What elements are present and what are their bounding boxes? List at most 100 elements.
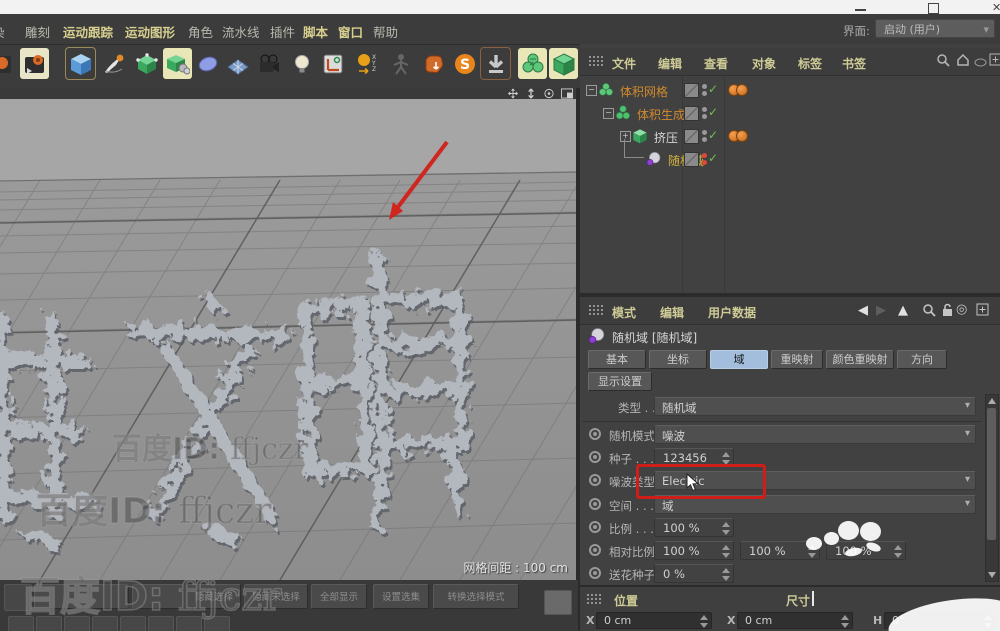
home-icon[interactable] [956, 53, 970, 70]
spinner-icon[interactable] [721, 568, 730, 581]
render-visibility-dot[interactable] [702, 160, 707, 165]
om-menu-edit[interactable]: 编辑 [658, 55, 682, 72]
menu-window[interactable]: 窗口 [338, 22, 363, 41]
record-icon[interactable] [589, 567, 601, 579]
menu-render[interactable]: 染 [0, 22, 5, 41]
volume-builder-object-icon[interactable] [615, 105, 631, 124]
interface-dropdown[interactable]: 启动 (用户) ▾ [875, 19, 995, 38]
record-icon[interactable] [589, 428, 601, 440]
spinner-icon[interactable] [840, 615, 849, 628]
object-name[interactable]: 体积生成 [637, 106, 685, 123]
spinner-icon[interactable] [721, 545, 730, 558]
menu-pipeline[interactable]: 流水线 [222, 22, 260, 41]
position-x-field[interactable]: 0 cm [596, 612, 712, 629]
history-forward-icon[interactable]: ▶ [876, 303, 886, 318]
enabled-check-icon[interactable]: ✓ [708, 151, 718, 165]
volume-mesher-icon[interactable] [549, 48, 578, 79]
render-settings-icon[interactable] [20, 48, 49, 79]
deformer-icon[interactable] [193, 48, 222, 79]
menu-sculpt[interactable]: 雕刻 [25, 22, 50, 41]
scale-field[interactable]: 100 % [654, 518, 734, 537]
object-name[interactable]: 挤压 [654, 129, 678, 146]
volume-builder-icon[interactable] [518, 48, 547, 79]
array-generator-icon[interactable] [163, 48, 192, 79]
om-menu-bookmarks[interactable]: 书签 [842, 55, 866, 72]
layer-color-swatch[interactable] [684, 152, 699, 167]
record-icon[interactable] [589, 451, 601, 463]
set-selection-button[interactable]: 设置选集 [373, 584, 429, 609]
scroll-down-icon[interactable] [988, 572, 996, 578]
menu-help[interactable]: 帮助 [373, 22, 398, 41]
menu-mograph[interactable]: 运动图形 [125, 22, 175, 41]
simulate-icon[interactable]: S [450, 48, 479, 79]
attributes-scrollbar[interactable] [985, 394, 999, 582]
object-row-volume-mesh[interactable]: − 体积网格 ✓ [580, 80, 1000, 101]
spinner-icon[interactable] [699, 615, 708, 628]
scroll-up-icon[interactable] [988, 398, 996, 404]
om-menu-object[interactable]: 对象 [752, 55, 776, 72]
render-visibility-dot[interactable] [702, 137, 707, 142]
light-icon[interactable] [287, 48, 316, 79]
camera-icon[interactable] [254, 48, 283, 79]
flower-seed-field[interactable]: 0 % [654, 564, 734, 583]
expand-toggle-icon[interactable]: + [620, 131, 631, 142]
expand-toggle-icon[interactable]: − [586, 85, 597, 96]
enabled-check-icon[interactable]: ✓ [708, 128, 718, 142]
subdivision-surface-icon[interactable] [132, 48, 161, 79]
rotate-view-icon[interactable] [542, 88, 556, 99]
floor-icon[interactable] [223, 48, 252, 79]
filter-icon[interactable] [974, 56, 987, 70]
record-icon[interactable] [589, 521, 601, 533]
object-name[interactable]: 体积网格 [620, 83, 668, 100]
close-button[interactable]: ✕ [990, 2, 1000, 13]
menu-script[interactable]: 脚本 [303, 22, 328, 41]
panel-grip-icon[interactable] [586, 593, 601, 606]
show-all-button[interactable]: 全部显示 [311, 584, 367, 609]
spinner-icon[interactable] [721, 522, 730, 535]
tab-display-settings[interactable]: 显示设置 [588, 372, 652, 391]
workplane-icon[interactable] [318, 48, 347, 79]
tab-field[interactable]: 域 [710, 350, 768, 369]
scrollbar-thumb[interactable] [987, 408, 996, 540]
record-icon[interactable] [589, 498, 601, 510]
tab-color-remap[interactable]: 颜色重映射 [826, 350, 894, 369]
search-icon[interactable] [922, 303, 936, 320]
render-view-icon[interactable] [0, 48, 15, 79]
bottom-tool-icon[interactable] [544, 590, 572, 615]
volume-mesher-object-icon[interactable] [598, 82, 614, 101]
enabled-check-icon[interactable]: ✓ [708, 105, 718, 119]
random-mode-dropdown[interactable]: 噪波▾ [654, 425, 976, 444]
dock-icon[interactable] [976, 303, 989, 319]
search-icon[interactable] [936, 53, 950, 70]
tab-coordinates[interactable]: 坐标 [649, 350, 707, 369]
history-back-icon[interactable]: ◀ [858, 303, 868, 318]
minimize-button[interactable] [848, 2, 874, 13]
tag-icon[interactable] [736, 84, 748, 96]
enabled-check-icon[interactable]: ✓ [708, 82, 718, 96]
maximize-button[interactable] [920, 2, 946, 13]
object-row-volume-builder[interactable]: − 体积生成 ✓ [580, 103, 1000, 124]
convert-selection-button[interactable]: 转换选择模式 [433, 584, 519, 609]
render-visibility-dot[interactable] [702, 91, 707, 96]
layer-color-swatch[interactable] [684, 83, 699, 98]
om-menu-file[interactable]: 文件 [612, 55, 636, 72]
editor-visibility-dot[interactable] [702, 107, 707, 112]
lock-icon[interactable] [941, 303, 954, 320]
spinner-icon[interactable] [893, 545, 902, 558]
editor-visibility-dot[interactable] [702, 84, 707, 89]
om-menu-view[interactable]: 查看 [704, 55, 728, 72]
panel-grip-icon[interactable] [588, 55, 603, 68]
character-icon[interactable] [386, 48, 415, 79]
record-icon[interactable] [589, 474, 601, 486]
pan-view-icon[interactable] [506, 88, 520, 99]
menu-plugins[interactable]: 插件 [270, 22, 295, 41]
zoom-view-icon[interactable] [524, 88, 538, 99]
download-icon[interactable] [481, 48, 510, 79]
object-row-extrude[interactable]: + 挤压 ✓ [580, 126, 1000, 147]
om-menu-tags[interactable]: 标签 [798, 55, 822, 72]
menu-motion-tracker[interactable]: 运动跟踪 [63, 22, 113, 41]
size-x-field[interactable]: 0 cm [737, 612, 853, 629]
record-icon[interactable] [589, 544, 601, 556]
toggle-view-icon[interactable] [560, 88, 574, 99]
menu-character[interactable]: 角色 [188, 22, 213, 41]
